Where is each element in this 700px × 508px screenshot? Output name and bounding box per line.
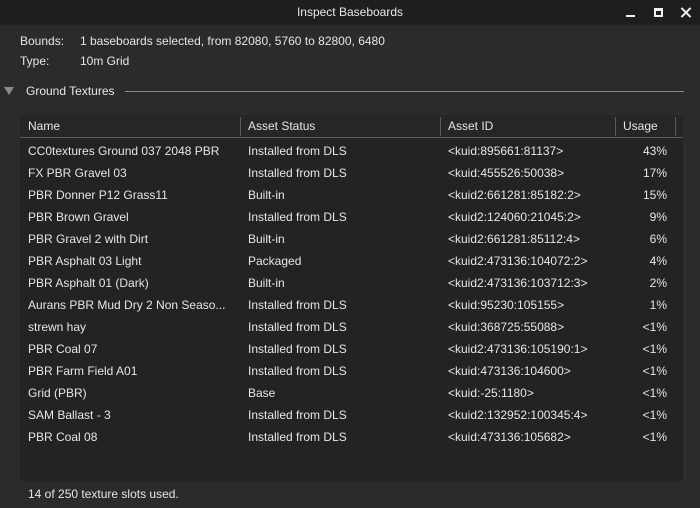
cell-asset-id: <kuid2:473136:104072:2> [448,254,588,268]
cell-asset-id: <kuid:473136:105682> [448,430,571,444]
table-header: Name Asset Status Asset ID Usage [20,115,683,138]
triangle-down-icon[interactable] [4,87,14,95]
cell-name: CC0textures Ground 037 2048 PBR [28,144,220,158]
ground-textures-section-header[interactable]: Ground Textures [0,82,700,100]
cell-usage: 9% [649,210,667,224]
cell-asset-status: Built-in [248,188,285,202]
cell-name: PBR Coal 08 [28,430,98,444]
close-icon [681,7,692,18]
cell-asset-id: <kuid2:661281:85112:4> [448,232,580,246]
cell-usage: <1% [642,386,667,400]
cell-asset-status: Installed from DLS [248,320,347,334]
section-title: Ground Textures [26,84,115,98]
cell-asset-status: Installed from DLS [248,144,347,158]
cell-asset-id: <kuid2:124060:21045:2> [448,210,581,224]
cell-usage: <1% [642,430,667,444]
cell-asset-status: Installed from DLS [248,210,347,224]
maximize-icon [653,8,663,17]
cell-asset-status: Installed from DLS [248,298,347,312]
cell-usage: <1% [642,408,667,422]
cell-name: PBR Asphalt 01 (Dark) [28,276,149,290]
cell-usage: 2% [649,276,667,290]
table-row[interactable]: Grid (PBR) Base <kuid:-25:1180> <1% [20,382,683,404]
window-controls [616,0,700,25]
bounds-label: Bounds: [20,34,65,48]
cell-asset-id: <kuid2:473136:105190:1> [448,342,588,356]
table-row[interactable]: FX PBR Gravel 03 Installed from DLS <kuid:… [20,162,683,184]
cell-usage: 43% [642,144,667,158]
cell-asset-status: Installed from DLS [248,430,347,444]
cell-name: Grid (PBR) [28,386,87,400]
table-row[interactable]: PBR Gravel 2 with Dirt Built-in <kuid2:661… [20,228,683,250]
cell-asset-id: <kuid:-25:1180> [448,386,534,400]
bounds-value: 1 baseboards selected, from 82080, 5760 … [80,34,385,48]
cell-asset-id: <kuid:368725:55088> [448,320,565,334]
column-header-usage[interactable]: Usage [615,115,675,138]
cell-usage: 17% [642,166,667,180]
cell-asset-status: Built-in [248,276,285,290]
texture-slots-summary: 14 of 250 texture slots used. [28,487,179,501]
type-value: 10m Grid [80,54,130,68]
cell-asset-status: Built-in [248,232,285,246]
column-header-name[interactable]: Name [20,115,240,138]
table-row[interactable]: PBR Farm Field A01 Installed from DLS <kui… [20,360,683,382]
table-row[interactable]: PBR Coal 08 Installed from DLS <kuid:47313… [20,426,683,448]
cell-asset-id: <kuid2:132952:100345:4> [448,408,588,422]
cell-usage: 6% [649,232,667,246]
cell-asset-id: <kuid:473136:104600> [448,364,571,378]
cell-name: PBR Farm Field A01 [28,364,138,378]
cell-asset-id: <kuid:895661:81137> [448,144,564,158]
minimize-button[interactable] [616,0,644,25]
cell-name: strewn hay [28,320,87,334]
table-row[interactable]: PBR Asphalt 01 (Dark) Built-in <kuid2:4731… [20,272,683,294]
cell-usage: 4% [649,254,667,268]
cell-asset-id: <kuid:455526:50038> [448,166,565,180]
table-row[interactable]: PBR Coal 07 Installed from DLS <kuid2:4731… [20,338,683,360]
column-header-asset-status[interactable]: Asset Status [240,115,440,138]
cell-asset-id: <kuid:95230:105155> [448,298,565,312]
cell-asset-status: Installed from DLS [248,166,347,180]
cell-asset-status: Installed from DLS [248,342,347,356]
table-body: CC0textures Ground 037 2048 PBR Installed… [20,140,683,448]
cell-name: Aurans PBR Mud Dry 2 Non Seaso... [28,298,226,312]
cell-asset-id: <kuid2:473136:103712:3> [448,276,588,290]
table-row[interactable]: SAM Ballast - 3 Installed from DLS <kuid2:… [20,404,683,426]
cell-name: FX PBR Gravel 03 [28,166,127,180]
cell-name: PBR Brown Gravel [28,210,129,224]
ground-textures-table: Name Asset Status Asset ID Usage CC0text… [20,115,683,481]
table-row[interactable]: Aurans PBR Mud Dry 2 Non Seaso... Install… [20,294,683,316]
cell-asset-status: Packaged [248,254,302,268]
cell-asset-status: Base [248,386,276,400]
cell-asset-status: Installed from DLS [248,408,347,422]
cell-name: PBR Coal 07 [28,342,98,356]
column-header-asset-id[interactable]: Asset ID [440,115,615,138]
cell-usage: <1% [642,320,667,334]
cell-usage: 1% [649,298,667,312]
window-title: Inspect Baseboards [296,5,404,19]
table-row[interactable]: PBR Asphalt 03 Light Packaged <kuid2:47313… [20,250,683,272]
minimize-icon [625,14,635,17]
column-resize-handle[interactable] [675,117,676,136]
maximize-button[interactable] [644,0,672,25]
cell-name: PBR Gravel 2 with Dirt [28,232,149,246]
section-divider [125,91,684,92]
close-button[interactable] [672,0,700,25]
table-row[interactable]: CC0textures Ground 037 2048 PBR Installed… [20,140,683,162]
cell-name: PBR Donner P12 Grass11 [28,188,168,202]
cell-name: SAM Ballast - 3 [28,408,111,422]
cell-asset-id: <kuid2:661281:85182:2> [448,188,581,202]
cell-usage: <1% [642,342,667,356]
title-bar: Inspect Baseboards [0,0,700,25]
table-row[interactable]: PBR Donner P12 Grass11 Built-in <kuid2:661… [20,184,683,206]
cell-usage: 15% [642,188,667,202]
table-row[interactable]: strewn hay Installed from DLS <kuid:368725… [20,316,683,338]
table-row[interactable]: PBR Brown Gravel Installed from DLS <kuid2… [20,206,683,228]
cell-asset-status: Installed from DLS [248,364,347,378]
cell-usage: <1% [642,364,667,378]
type-label: Type: [20,54,50,68]
cell-name: PBR Asphalt 03 Light [28,254,142,268]
